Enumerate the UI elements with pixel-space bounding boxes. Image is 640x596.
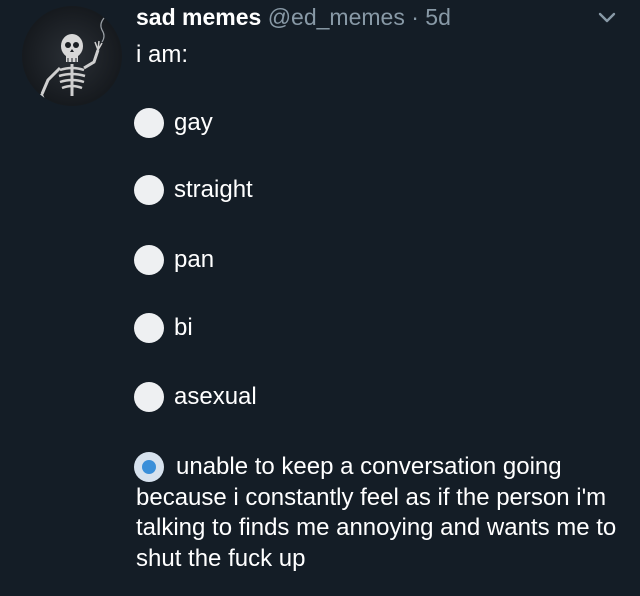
poll-option-label: asexual [174,383,257,410]
radio-button[interactable] [134,382,164,412]
poll-option-label: bi [174,314,193,341]
tweet-timestamp[interactable]: 5d [425,4,451,30]
chevron-down-icon[interactable] [596,10,618,26]
radio-button[interactable] [134,175,164,205]
radio-button[interactable] [134,245,164,275]
display-name[interactable]: sad memes [136,4,261,30]
tweet-header: sad memes @ed_memes · 5d [136,2,451,32]
tweet: sad memes @ed_memes · 5d i am: gay strai… [0,0,640,596]
tweet-text: i am: [136,41,189,68]
poll-option-label: straight [174,176,253,203]
user-handle[interactable]: @ed_memes [268,4,405,30]
radio-button[interactable] [134,108,164,138]
poll-option-label: unable to keep a conversation going beca… [136,453,617,572]
radio-button[interactable] [134,313,164,343]
poll-option-label: pan [174,246,215,273]
poll-option-label: gay [174,109,213,136]
header-separator: · [411,4,419,30]
avatar[interactable] [22,6,122,106]
skeleton-icon [35,17,105,102]
